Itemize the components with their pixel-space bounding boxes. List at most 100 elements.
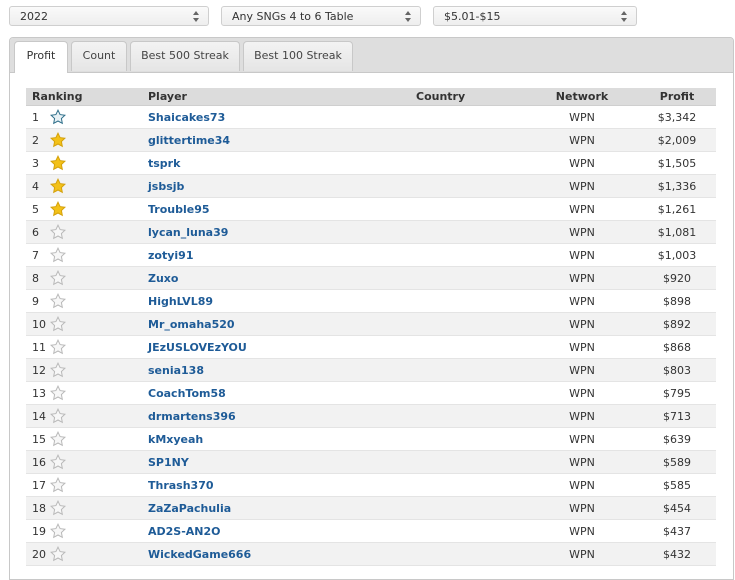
- country-cell: [410, 289, 526, 313]
- header-network[interactable]: Network: [526, 88, 638, 106]
- player-link[interactable]: jsbsjb: [148, 180, 184, 193]
- year-select-value: 2022: [20, 10, 48, 23]
- player-link[interactable]: kMxyeah: [148, 433, 203, 446]
- network-cell: WPN: [526, 266, 638, 290]
- player-link[interactable]: JEzUSLOVEzYOU: [148, 341, 247, 354]
- table-row: 4 jsbsjb WPN $1,336: [26, 174, 716, 198]
- profit-cell: $432: [638, 542, 716, 566]
- profit-cell: $437: [638, 519, 716, 543]
- table-row: 17 Thrash370 WPN $585: [26, 473, 716, 497]
- player-link[interactable]: tsprk: [148, 157, 180, 170]
- rank-cell: 13: [26, 381, 142, 405]
- player-link[interactable]: CoachTom58: [148, 387, 226, 400]
- network-cell: WPN: [526, 289, 638, 313]
- tab-bar: Profit Count Best 500 Streak Best 100 St…: [10, 38, 733, 73]
- tab-profit[interactable]: Profit: [14, 41, 68, 73]
- player-link[interactable]: ZaZaPachulia: [148, 502, 231, 515]
- updown-arrow-icon: [193, 11, 199, 22]
- network-cell: WPN: [526, 335, 638, 359]
- star-gray-icon[interactable]: [50, 316, 66, 332]
- rank-cell: 15: [26, 427, 142, 451]
- profit-cell: $639: [638, 427, 716, 451]
- star-gold-icon[interactable]: [50, 132, 66, 148]
- player-cell: zotyi91: [142, 243, 410, 267]
- game-type-select[interactable]: Any SNGs 4 to 6 Table: [221, 6, 421, 26]
- player-link[interactable]: Zuxo: [148, 272, 178, 285]
- tab-count[interactable]: Count: [71, 41, 127, 71]
- star-gray-icon[interactable]: [50, 339, 66, 355]
- header-ranking[interactable]: Ranking: [26, 88, 142, 106]
- country-cell: [410, 358, 526, 382]
- star-gray-icon[interactable]: [50, 546, 66, 562]
- player-link[interactable]: HighLVL89: [148, 295, 213, 308]
- rank-number: 8: [32, 271, 39, 285]
- star-outline-icon-blue[interactable]: [50, 109, 66, 125]
- country-cell: [410, 450, 526, 474]
- star-gray-icon[interactable]: [50, 500, 66, 516]
- country-cell: [410, 266, 526, 290]
- star-gray-icon[interactable]: [50, 454, 66, 470]
- player-link[interactable]: WickedGame666: [148, 548, 251, 561]
- star-gold-icon[interactable]: [50, 201, 66, 217]
- country-cell: [410, 312, 526, 336]
- table-row: 5 Trouble95 WPN $1,261: [26, 197, 716, 221]
- player-link[interactable]: senia138: [148, 364, 204, 377]
- player-cell: senia138: [142, 358, 410, 382]
- country-cell: [410, 519, 526, 543]
- country-cell: [410, 197, 526, 221]
- player-cell: AD2S-AN2O: [142, 519, 410, 543]
- player-link[interactable]: Trouble95: [148, 203, 210, 216]
- header-profit[interactable]: Profit: [638, 88, 716, 106]
- rank-cell: 7: [26, 243, 142, 267]
- tab-best-500-streak[interactable]: Best 500 Streak: [130, 41, 240, 71]
- star-gray-icon[interactable]: [50, 408, 66, 424]
- rank-number: 13: [32, 386, 46, 400]
- player-cell: tsprk: [142, 151, 410, 175]
- star-gray-icon[interactable]: [50, 224, 66, 240]
- tab-best-100-streak[interactable]: Best 100 Streak: [243, 41, 353, 71]
- star-gray-icon[interactable]: [50, 293, 66, 309]
- player-link[interactable]: AD2S-AN2O: [148, 525, 221, 538]
- rank-cell: 2: [26, 128, 142, 152]
- star-gold-icon[interactable]: [50, 178, 66, 194]
- player-cell: Trouble95: [142, 197, 410, 221]
- profit-cell: $920: [638, 266, 716, 290]
- player-cell: CoachTom58: [142, 381, 410, 405]
- country-cell: [410, 335, 526, 359]
- header-player[interactable]: Player: [142, 88, 410, 106]
- star-gray-icon[interactable]: [50, 270, 66, 286]
- player-link[interactable]: SP1NY: [148, 456, 189, 469]
- ranking-table: Ranking Player Country Network Profit 1 S…: [26, 88, 716, 566]
- player-link[interactable]: Mr_omaha520: [148, 318, 235, 331]
- rank-cell: 17: [26, 473, 142, 497]
- player-link[interactable]: glittertime34: [148, 134, 230, 147]
- rank-number: 7: [32, 248, 39, 262]
- table-header-row: Ranking Player Country Network Profit: [26, 88, 716, 106]
- player-cell: jsbsjb: [142, 174, 410, 198]
- player-link[interactable]: Thrash370: [148, 479, 214, 492]
- player-cell: lycan_luna39: [142, 220, 410, 244]
- player-link[interactable]: drmartens396: [148, 410, 236, 423]
- network-cell: WPN: [526, 243, 638, 267]
- profit-cell: $1,081: [638, 220, 716, 244]
- stakes-select[interactable]: $5.01-$15: [433, 6, 637, 26]
- star-gray-icon[interactable]: [50, 385, 66, 401]
- star-gray-icon[interactable]: [50, 477, 66, 493]
- star-gray-icon[interactable]: [50, 362, 66, 378]
- star-gray-icon[interactable]: [50, 431, 66, 447]
- player-cell: glittertime34: [142, 128, 410, 152]
- player-link[interactable]: lycan_luna39: [148, 226, 228, 239]
- star-gold-icon[interactable]: [50, 155, 66, 171]
- header-country[interactable]: Country: [410, 88, 526, 106]
- country-cell: [410, 427, 526, 451]
- player-link[interactable]: Shaicakes73: [148, 111, 225, 124]
- rank-number: 10: [32, 317, 46, 331]
- rank-cell: 12: [26, 358, 142, 382]
- year-select[interactable]: 2022: [9, 6, 209, 26]
- player-link[interactable]: zotyi91: [148, 249, 193, 262]
- star-gray-icon[interactable]: [50, 247, 66, 263]
- star-gray-icon[interactable]: [50, 523, 66, 539]
- rank-cell: 20: [26, 542, 142, 566]
- rank-cell: 9: [26, 289, 142, 313]
- network-cell: WPN: [526, 151, 638, 175]
